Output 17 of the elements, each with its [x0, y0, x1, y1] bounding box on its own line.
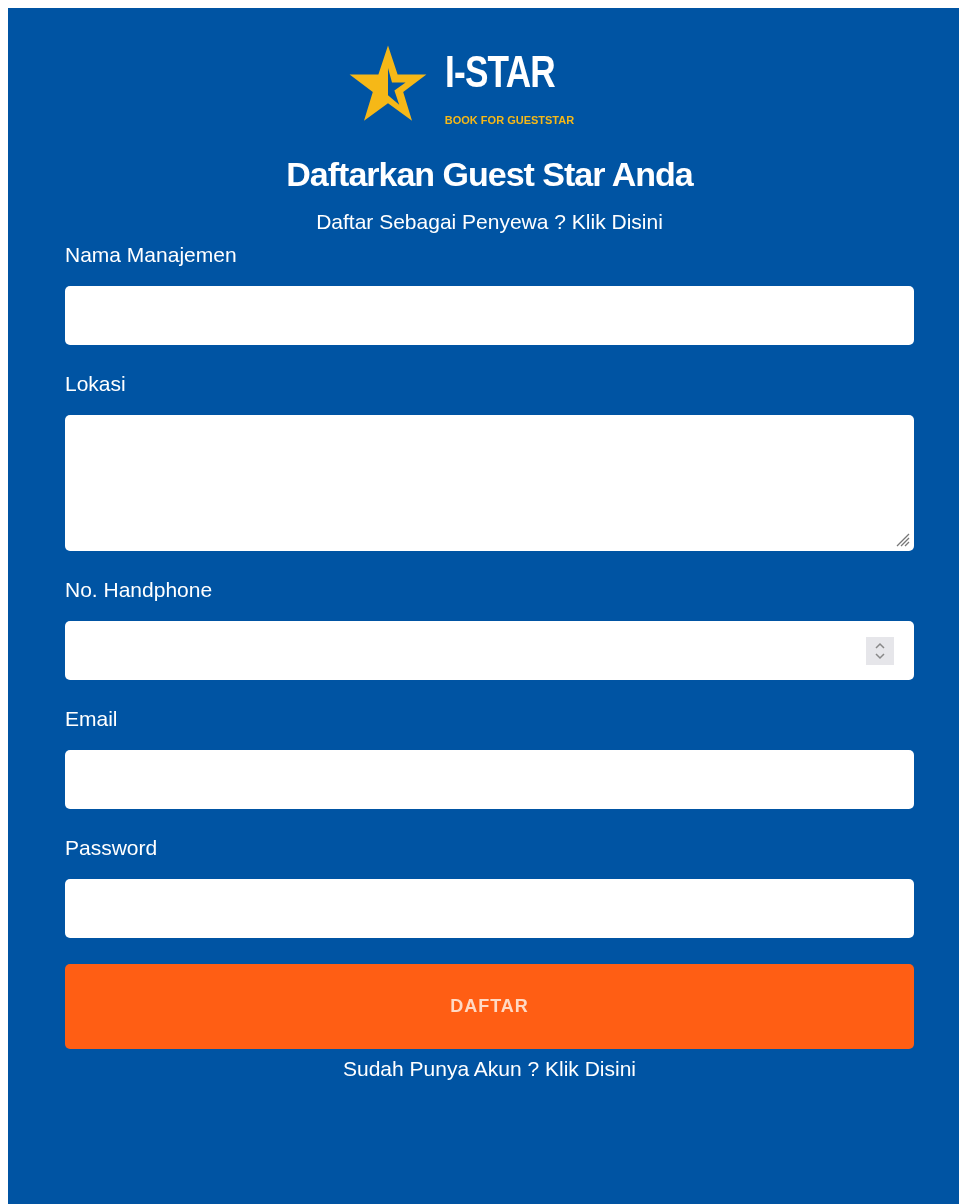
register-link[interactable]: Daftar Sebagai Penyewa ? Klik Disini [316, 210, 663, 234]
field-label: No. Handphone [65, 577, 213, 603]
logo-tagline: BOOK FOR GUESTSTAR [444, 114, 576, 126]
input-field[interactable] [65, 621, 914, 680]
input-field[interactable] [65, 879, 914, 938]
field-label: Email [65, 706, 118, 732]
field-label: Nama Manajemen [65, 242, 237, 268]
input-field[interactable] [65, 750, 914, 809]
input-field[interactable] [65, 415, 914, 551]
input-field[interactable] [65, 286, 914, 345]
field-label: Password [65, 835, 158, 861]
form-heading: Daftarkan Guest Star Anda [285, 154, 695, 195]
login-link[interactable]: Sudah Punya Akun ? Klik Disini [343, 1057, 636, 1081]
resize-grip-icon [896, 533, 910, 547]
field-label: Lokasi [65, 371, 126, 397]
spinner-icon[interactable] [866, 636, 894, 665]
logo-title: I-STAR [444, 48, 555, 96]
